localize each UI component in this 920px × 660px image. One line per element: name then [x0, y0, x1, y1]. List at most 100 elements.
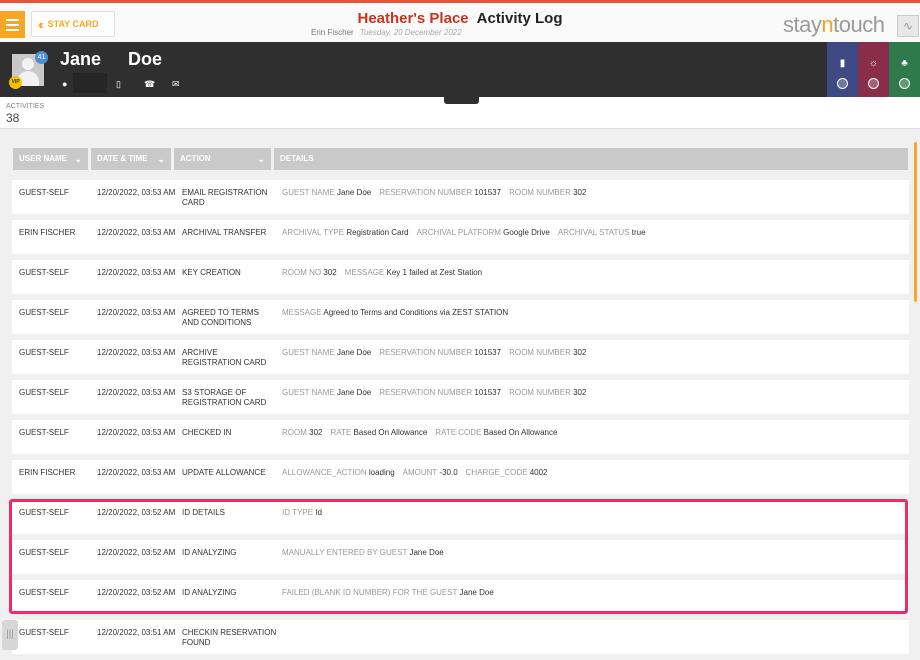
cell-action: UPDATE ALLOWANCE: [182, 468, 266, 477]
cell-user-name: GUEST-SELF: [19, 588, 69, 597]
guest-tiles: ▮ ☼ ♣: [827, 42, 920, 97]
detail-key: RATE: [330, 428, 352, 437]
cell-details: ROOM NO 302 MESSAGE Key 1 failed at Zest …: [282, 268, 902, 277]
detail-value: Jane Doe: [409, 548, 444, 557]
cell-action: ID ANALYZING: [182, 588, 237, 597]
cell-date-time: 12/20/2022, 03:53 AM: [97, 188, 176, 197]
detail-key: ROOM NO: [282, 268, 322, 277]
business-date: Tuesday, 20 December 2022: [359, 28, 462, 37]
table-row: GUEST-SELF 12/20/2022, 03:51 AM CHECKIN RE…: [12, 620, 909, 654]
detail-key: MESSAGE: [282, 308, 322, 317]
email-icon[interactable]: ✉: [172, 79, 180, 90]
activity-graph-icon[interactable]: ∿: [897, 15, 919, 37]
table-row: GUEST-SELF 12/20/2022, 03:52 AM ID ANALYZI…: [12, 540, 909, 574]
detail-value: loading: [368, 468, 395, 477]
detail-key: MESSAGE: [344, 268, 385, 277]
rewards-tile[interactable]: ♣: [889, 42, 920, 97]
cell-details: ALLOWANCE_ACTION loading AMOUNT -30.0 CHAR…: [282, 468, 902, 477]
cell-user-name: GUEST-SELF: [19, 508, 69, 517]
detail-value: Agreed to Terms and Conditions via ZEST …: [323, 308, 509, 317]
chevron-down-icon: ⌄: [157, 154, 165, 164]
table-row: ERIN FISCHER 12/20/2022, 03:53 AM ARCHIVAL…: [12, 220, 909, 254]
cell-details: ARCHIVAL TYPE Registration Card ARCHIVAL …: [282, 228, 902, 237]
cell-action: KEY CREATION: [182, 268, 241, 277]
column-header-date-time[interactable]: DATE & TIME ⌄: [91, 148, 171, 170]
table-row: GUEST-SELF 12/20/2022, 03:53 AM KEY CREATI…: [12, 260, 909, 294]
cell-user-name: GUEST-SELF: [19, 388, 69, 397]
cell-action: EMAIL REGISTRATION CARD: [182, 188, 268, 207]
table-row: GUEST-SELF 12/20/2022, 03:52 AM ID ANALYZI…: [12, 580, 909, 614]
cell-user-name: GUEST-SELF: [19, 348, 69, 357]
vip-badge: VIP: [9, 76, 22, 89]
cell-details: GUEST NAME Jane Doe RESERVATION NUMBER 10…: [282, 348, 902, 357]
cell-date-time: 12/20/2022, 03:53 AM: [97, 268, 176, 277]
detail-value: 302: [309, 428, 323, 437]
cell-user-name: GUEST-SELF: [19, 428, 69, 437]
detail-key: ARCHIVAL STATUS: [557, 228, 630, 237]
cell-action: CHECKED IN: [182, 428, 232, 437]
column-header-details: DETAILS: [274, 148, 908, 170]
detail-key: ARCHIVAL TYPE: [282, 228, 345, 237]
cell-date-time: 12/20/2022, 03:53 AM: [97, 428, 176, 437]
cell-details: MESSAGE Agreed to Terms and Conditions v…: [282, 308, 902, 317]
detail-value: Based On Allowance: [353, 428, 428, 437]
detail-value: 4002: [529, 468, 548, 477]
detail-key: MANUALLY ENTERED BY GUEST: [282, 548, 408, 557]
cell-date-time: 12/20/2022, 03:53 AM: [97, 308, 176, 317]
cell-action: ID ANALYZING: [182, 548, 237, 557]
detail-value: Based On Allowance: [483, 428, 558, 437]
detail-value: Id: [315, 508, 322, 517]
detail-value: Jane Doe: [336, 348, 372, 357]
drag-handle-icon[interactable]: |||: [2, 620, 18, 650]
cell-action: ID DETAILS: [182, 508, 225, 517]
cell-details: GUEST NAME Jane Doe RESERVATION NUMBER 10…: [282, 188, 902, 197]
column-header-user-name[interactable]: USER NAME ⌄: [13, 148, 88, 170]
cell-date-time: 12/20/2022, 03:52 AM: [97, 588, 176, 597]
detail-key: ROOM NUMBER: [509, 188, 571, 197]
table-row: GUEST-SELF 12/20/2022, 03:53 AM EMAIL REGI…: [12, 180, 909, 214]
detail-key: RESERVATION NUMBER: [379, 388, 473, 397]
guest-first-name: Jane: [60, 49, 102, 69]
stayntouch-logo: stayntouch: [783, 12, 885, 37]
key-card-tile[interactable]: ▮: [827, 42, 858, 97]
cell-date-time: 12/20/2022, 03:53 AM: [97, 468, 176, 477]
detail-value: Google Drive: [503, 228, 550, 237]
cell-details: MANUALLY ENTERED BY GUEST Jane Doe: [282, 548, 902, 557]
guest-last-name: Doe: [128, 49, 163, 69]
cell-action: AGREED TO TERMS AND CONDITIONS: [182, 308, 259, 327]
address-field[interactable]: [73, 73, 107, 93]
detail-value: 101537: [474, 188, 502, 197]
detail-key: RESERVATION NUMBER: [379, 348, 473, 357]
detail-value: 101537: [474, 388, 502, 397]
cell-user-name: ERIN FISCHER: [19, 228, 76, 237]
table-row: ERIN FISCHER 12/20/2022, 03:53 AM UPDATE A…: [12, 460, 909, 494]
table-row: GUEST-SELF 12/20/2022, 03:53 AM AGREED TO …: [12, 300, 909, 334]
detail-value: 302: [573, 348, 587, 357]
detail-key: ROOM NUMBER: [509, 388, 571, 397]
mobile-phone-icon[interactable]: ▯: [116, 79, 121, 90]
table-row: GUEST-SELF 12/20/2022, 03:52 AM ID DETAILS…: [12, 500, 909, 534]
user-name: Erin Fischer: [311, 28, 354, 37]
cell-date-time: 12/20/2022, 03:52 AM: [97, 508, 176, 517]
cell-details: ROOM 302 RATE Based On Allowance RATE CODE…: [282, 428, 902, 437]
detail-key: ALLOWANCE_ACTION: [282, 468, 367, 477]
cell-action: S3 STORAGE OF REGISTRATION CARD: [182, 388, 267, 407]
chevron-down-icon: ⌄: [257, 154, 265, 164]
detail-key: AMOUNT: [402, 468, 438, 477]
detail-key: ROOM: [282, 428, 307, 437]
guest-card-pull-tab[interactable]: [444, 97, 479, 104]
cell-user-name: ERIN FISCHER: [19, 468, 76, 477]
detail-value: Registration Card: [346, 228, 409, 237]
column-header-action[interactable]: ACTION ⌄: [174, 148, 271, 170]
page-name: Activity Log: [476, 10, 563, 27]
detail-value: 101537: [474, 348, 502, 357]
detail-key: CHARGE_CODE: [465, 468, 528, 477]
rewards-icon: ♣: [901, 58, 908, 69]
location-pin-icon[interactable]: ●: [62, 79, 67, 89]
table-header: USER NAME ⌄ DATE & TIME ⌄ ACTION ⌄ DETAILS: [13, 148, 908, 170]
globe-tile[interactable]: ☼: [858, 42, 889, 97]
cell-action: ARCHIVE REGISTRATION CARD: [182, 348, 267, 367]
user-date-line: Erin Fischer Tuesday, 20 December 2022: [311, 28, 462, 37]
phone-icon[interactable]: ☎: [144, 79, 155, 90]
scrollbar[interactable]: [914, 142, 917, 302]
